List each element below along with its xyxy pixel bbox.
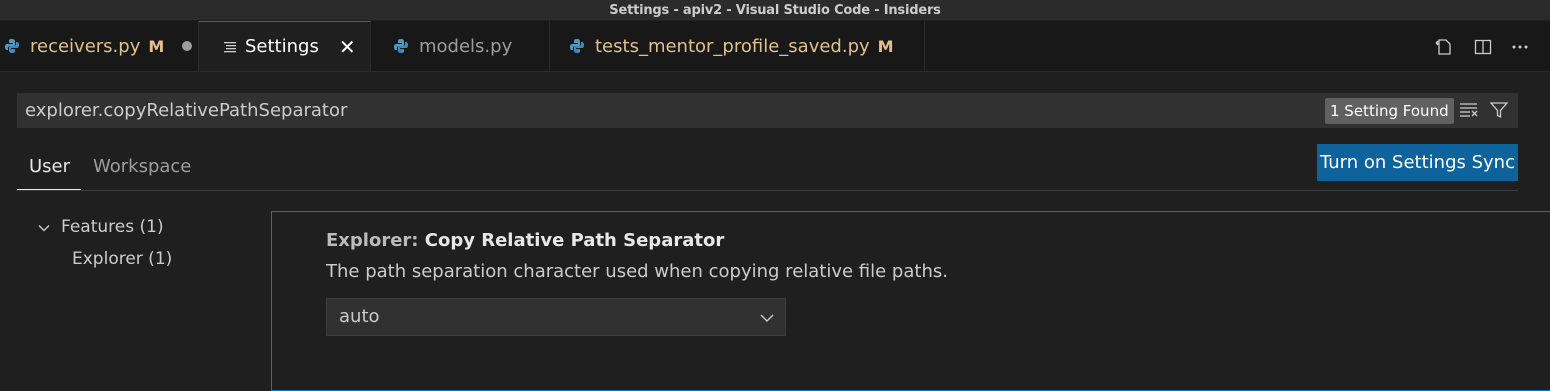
modified-badge: M xyxy=(148,36,165,56)
chevron-down-icon[interactable] xyxy=(37,221,51,235)
turn-on-settings-sync-button[interactable]: Turn on Settings Sync xyxy=(1317,144,1518,181)
tab-label: tests_mentor_profile_saved.py xyxy=(595,35,870,57)
scope-divider xyxy=(17,190,1518,191)
setting-title: Explorer: Copy Relative Path Separator xyxy=(326,230,724,251)
selected-value: auto xyxy=(339,306,380,327)
chevron-down-icon xyxy=(760,314,774,322)
setting-category: Explorer: xyxy=(326,230,425,251)
toc-item-features[interactable]: Features (1) xyxy=(61,217,164,237)
python-icon xyxy=(394,39,408,53)
result-count-badge: 1 Setting Found xyxy=(1325,98,1454,124)
setting-description: The path separation character used when … xyxy=(326,261,948,282)
tab-label: Settings xyxy=(245,36,319,57)
window-title: Settings - apiv2 - Visual Studio Code - … xyxy=(609,3,941,18)
tab-settings[interactable]: Settings ✕ xyxy=(199,21,371,71)
close-icon[interactable]: ✕ xyxy=(339,37,356,57)
setting-label: Copy Relative Path Separator xyxy=(424,230,725,251)
setting-value-select[interactable]: auto xyxy=(326,298,786,336)
tab-receivers[interactable]: receivers.py M xyxy=(0,21,199,71)
python-icon xyxy=(5,39,19,53)
tab-models[interactable]: models.py xyxy=(371,21,550,71)
modified-badge: M xyxy=(877,36,894,56)
unsaved-dot-icon[interactable] xyxy=(182,41,193,51)
tab-label: models.py xyxy=(419,35,513,57)
clear-filter-icon[interactable] xyxy=(1459,100,1479,120)
search-value: explorer.copyRelativePathSeparator xyxy=(25,100,348,121)
editor-tab-bar: receivers.py M Settings ✕ models.py test… xyxy=(0,21,1550,72)
filter-icon[interactable] xyxy=(1489,100,1509,120)
python-icon xyxy=(570,39,584,53)
open-settings-json-icon[interactable] xyxy=(1435,37,1455,57)
title-bar: Settings - apiv2 - Visual Studio Code - … xyxy=(0,0,1550,20)
tab-label: receivers.py xyxy=(30,35,141,57)
tab-tests-mentor-profile-saved[interactable]: tests_mentor_profile_saved.py M xyxy=(550,21,925,71)
toc-item-explorer[interactable]: Explorer (1) xyxy=(72,249,172,269)
tab-workspace[interactable]: Workspace xyxy=(93,156,191,190)
more-actions-icon[interactable] xyxy=(1510,37,1530,57)
split-editor-icon[interactable] xyxy=(1473,37,1493,57)
settings-search-input[interactable]: explorer.copyRelativePathSeparator 1 Set… xyxy=(17,93,1518,128)
settings-lines-icon xyxy=(224,41,236,52)
tab-user[interactable]: User xyxy=(17,156,81,190)
